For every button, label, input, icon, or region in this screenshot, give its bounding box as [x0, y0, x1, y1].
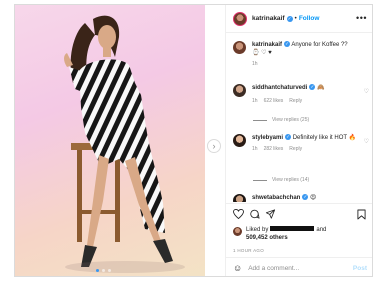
follow-button[interactable]: Follow — [299, 15, 320, 22]
carousel-dots — [96, 269, 111, 272]
caption-meta: 1h — [252, 61, 258, 67]
commenter-avatar[interactable] — [233, 194, 246, 202]
save-bookmark-icon[interactable] — [357, 209, 366, 220]
carousel-dot — [102, 269, 105, 272]
comment-likes[interactable]: 622 likes — [264, 98, 284, 104]
post-actions-bar — [226, 203, 372, 221]
comment-emoji: 🙈 — [317, 85, 325, 91]
post-photo[interactable] — [15, 5, 205, 276]
verified-badge-icon: ✓ — [302, 194, 309, 201]
redacted-liker-name — [270, 226, 315, 231]
verified-badge-icon: ✓ — [284, 41, 291, 48]
likes-summary: Liked by and 509,452 others — [233, 225, 326, 242]
more-options-icon[interactable]: ••• — [356, 13, 367, 23]
comment-likes[interactable]: 282 likes — [264, 146, 284, 152]
comment-text: Definitely like it HOT — [292, 135, 347, 141]
comments-list: katrinakaif ✓ Anyone for Koffee ?? ⌚ ♡ ♥ … — [226, 34, 372, 202]
carousel-dot — [108, 269, 111, 272]
caption-avatar[interactable] — [233, 41, 246, 54]
caption: katrinakaif ✓ Anyone for Koffee ?? ⌚ ♡ ♥ … — [233, 41, 348, 68]
post-comment-button[interactable]: Post — [353, 265, 367, 272]
liked-by-suffix: and — [316, 227, 327, 233]
like-comment-heart-icon[interactable]: ♡ — [364, 138, 369, 145]
commenter-avatar[interactable] — [233, 134, 246, 147]
caption-username[interactable]: katrinakaif — [252, 42, 282, 48]
comment-meta: 1h 282 likes Reply — [252, 146, 303, 152]
comment-meta: 1h 622 likes Reply — [252, 98, 303, 104]
verified-badge-icon: ✓ — [286, 15, 293, 22]
likes-count[interactable]: 509,452 others — [246, 234, 326, 242]
comment-emoji: 🔥 — [348, 135, 357, 141]
instagram-post: › katrinakaif ✓ • Follow ••• katrinakaif… — [14, 4, 373, 277]
view-replies[interactable]: View replies (25) — [253, 117, 309, 123]
like-comment-heart-icon[interactable]: ♡ — [364, 88, 369, 95]
emoji-picker-icon[interactable]: ☺ — [233, 263, 242, 273]
caption-emojis: ⌚ ♡ ♥ — [252, 50, 272, 56]
share-send-icon[interactable] — [265, 209, 276, 219]
verified-badge-icon: ✓ — [285, 134, 292, 141]
reply-button[interactable]: Reply — [289, 146, 302, 152]
reply-button[interactable]: Reply — [289, 98, 302, 104]
post-side-panel: katrinakaif ✓ • Follow ••• katrinakaif ✓ … — [225, 5, 372, 276]
like-heart-icon[interactable] — [233, 209, 244, 219]
commenter-username[interactable]: shwetabachchan — [252, 195, 300, 201]
add-comment-input[interactable]: Add a comment... — [248, 265, 299, 272]
post-header: katrinakaif ✓ • Follow ••• — [226, 5, 372, 33]
commenter-avatar[interactable] — [233, 84, 246, 97]
post-timestamp[interactable]: 1 HOUR AGO — [233, 248, 264, 253]
add-comment-bar: ☺ Add a comment... Post — [226, 257, 372, 276]
comment-item: stylebyami ✓ Definitely like it HOT 🔥 1h 2… — [233, 134, 356, 153]
comment-emoji: 😍 — [310, 195, 317, 201]
commenter-username[interactable]: stylebyami — [252, 135, 283, 141]
header-separator: • — [294, 15, 297, 22]
commenter-username[interactable]: siddhantchaturvedi — [252, 85, 307, 91]
verified-badge-icon: ✓ — [309, 84, 316, 91]
liked-by-prefix: Liked by — [246, 227, 269, 233]
liker-avatar[interactable] — [233, 227, 242, 236]
photo-illustration — [64, 15, 185, 273]
comment-item: shwetabachchan ✓ 😍 — [233, 194, 316, 202]
comment-item: siddhantchaturvedi ✓ 🙈 1h 622 likes Reply — [233, 84, 325, 105]
view-replies[interactable]: View replies (14) — [253, 177, 309, 183]
next-photo-arrow-icon[interactable]: › — [207, 139, 221, 153]
caption-text: Anyone for Koffee ?? — [291, 42, 348, 48]
author-avatar[interactable] — [233, 11, 247, 26]
comment-bubble-icon[interactable] — [249, 209, 260, 219]
carousel-dot-active — [96, 269, 99, 272]
author-username[interactable]: katrinakaif — [252, 15, 285, 22]
